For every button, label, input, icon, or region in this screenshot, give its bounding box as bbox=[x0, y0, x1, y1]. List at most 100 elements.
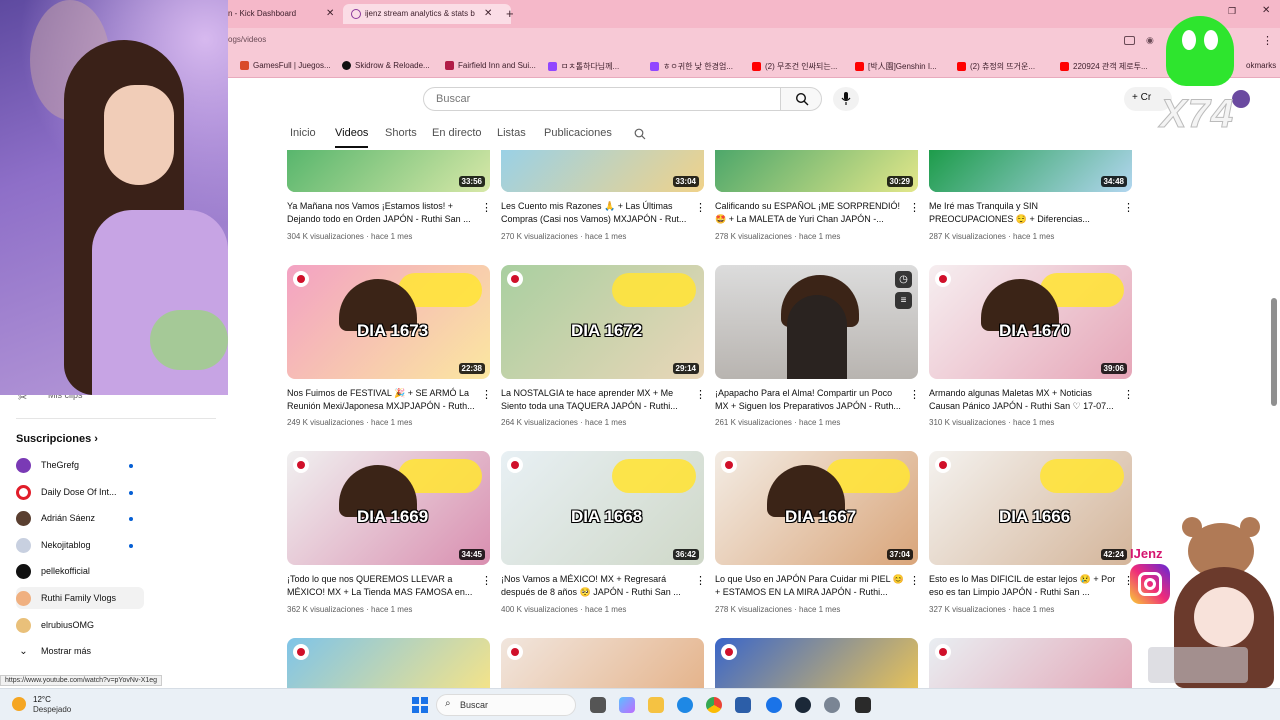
video-menu-icon[interactable]: ⋮ bbox=[481, 388, 492, 401]
url-text[interactable]: ogs/videos bbox=[228, 35, 266, 44]
video-thumbnail[interactable] bbox=[287, 638, 490, 688]
sidebar-show-more[interactable]: ⌄ Mostrar más bbox=[16, 640, 144, 662]
settings-icon[interactable] bbox=[824, 697, 840, 713]
tab-videos[interactable]: Videos bbox=[335, 127, 368, 139]
page-scrollbar-thumb[interactable] bbox=[1271, 298, 1277, 406]
sidebar-item-thegrefg[interactable]: TheGrefg bbox=[16, 454, 144, 476]
bookmark-item[interactable]: (2) 츄정의 뜨거운... bbox=[957, 61, 1035, 72]
video-thumbnail[interactable] bbox=[501, 638, 704, 688]
chrome-icon[interactable] bbox=[706, 697, 722, 713]
tab-publicaciones[interactable]: Publicaciones bbox=[544, 127, 612, 139]
video-menu-icon[interactable]: ⋮ bbox=[1123, 388, 1134, 401]
new-tab-icon[interactable]: + bbox=[506, 4, 514, 24]
all-bookmarks[interactable]: okmarks bbox=[1246, 61, 1276, 70]
video-menu-icon[interactable]: ⋮ bbox=[695, 574, 706, 587]
edge-icon[interactable] bbox=[677, 697, 693, 713]
sidebar-item-nekojitablog[interactable]: Nekojitablog bbox=[16, 534, 144, 556]
more-menu-icon[interactable]: ⋮ bbox=[1262, 34, 1273, 47]
video-thumbnail[interactable]: DIA 1668 36:42 bbox=[501, 451, 704, 565]
video-meta: 362 K visualizaciones · hace 1 mes bbox=[287, 605, 413, 614]
tab-en-directo[interactable]: En directo bbox=[432, 127, 482, 139]
video-title[interactable]: Calificando su ESPAÑOL ¡ME SORPRENDIÓ! 🤩… bbox=[715, 200, 907, 226]
taskbar-search[interactable]: ⌕ Buscar bbox=[436, 694, 576, 716]
video-thumbnail[interactable]: DIA 1673 22:38 bbox=[287, 265, 490, 379]
search-button[interactable] bbox=[780, 87, 822, 111]
close-icon[interactable]: ✕ bbox=[326, 4, 334, 24]
bookmark-item[interactable]: Fairfield Inn and Sui... bbox=[445, 61, 536, 70]
obs-icon[interactable] bbox=[855, 697, 871, 713]
video-thumbnail[interactable] bbox=[715, 638, 918, 688]
search-input[interactable]: Buscar bbox=[423, 87, 781, 111]
tab-listas[interactable]: Listas bbox=[497, 127, 526, 139]
tab-kick-dashboard[interactable]: n - Kick Dashboard bbox=[228, 4, 322, 24]
video-thumbnail[interactable]: 33:04 bbox=[501, 150, 704, 192]
close-icon[interactable]: ✕ bbox=[484, 4, 492, 24]
video-menu-icon[interactable]: ⋮ bbox=[909, 574, 920, 587]
video-menu-icon[interactable]: ⋮ bbox=[1123, 201, 1134, 214]
video-thumbnail[interactable]: DIA 1670 39:06 bbox=[929, 265, 1132, 379]
subscriptions-heading[interactable]: Suscripciones › bbox=[16, 433, 98, 445]
youtube-icon bbox=[855, 62, 864, 71]
avatar[interactable] bbox=[1232, 90, 1250, 108]
sidebar-item-pellekofficial[interactable]: pellekofficial bbox=[16, 560, 144, 582]
temperature[interactable]: 12°C bbox=[33, 695, 51, 704]
sidebar-item-daily-dose[interactable]: Daily Dose Of Int... bbox=[16, 481, 144, 503]
bookmark-item[interactable]: ㅎㅇ귀한 낮 한경엄... bbox=[650, 61, 733, 72]
file-explorer-icon[interactable] bbox=[648, 697, 664, 713]
add-to-queue-icon[interactable]: ≡ bbox=[895, 292, 912, 309]
video-title[interactable]: ¡Todo lo que nos QUEREMOS LLEVAR a MÉXIC… bbox=[287, 573, 479, 599]
video-menu-icon[interactable]: ⋮ bbox=[909, 388, 920, 401]
bookmark-item[interactable]: ㅁㅊ톨하다님께... bbox=[548, 61, 619, 72]
store-icon[interactable] bbox=[735, 697, 751, 713]
weather-status[interactable]: Despejado bbox=[33, 705, 71, 714]
close-window-icon[interactable]: ✕ bbox=[1262, 5, 1270, 16]
bookmark-item[interactable]: (2) 무조건 인싸되는... bbox=[752, 61, 837, 72]
tab-active[interactable]: ijenz stream analytics & stats b ✕ bbox=[343, 4, 511, 24]
steam-icon[interactable] bbox=[795, 697, 811, 713]
video-title[interactable]: ¡Apapacho Para el Alma! Compartir un Poc… bbox=[715, 387, 907, 413]
bookmark-item[interactable]: [박人園]Genshin I... bbox=[855, 61, 937, 72]
video-title[interactable]: Me Iré mas Tranquila y SIN PREOCUPACIONE… bbox=[929, 200, 1121, 226]
video-thumbnail[interactable]: 34:48 bbox=[929, 150, 1132, 192]
video-thumbnail[interactable] bbox=[929, 638, 1132, 688]
video-title[interactable]: Les Cuento mis Razones 🙏 + Las Últimas C… bbox=[501, 200, 693, 226]
video-title[interactable]: ¡Nos Vamos a MÉXICO! MX + Regresará desp… bbox=[501, 573, 693, 599]
windows-start-icon[interactable] bbox=[412, 697, 428, 713]
tab-inicio[interactable]: Inicio bbox=[290, 127, 316, 139]
video-title[interactable]: Nos Fuimos de FESTIVAL 🎉 + SE ARMÓ La Re… bbox=[287, 387, 479, 413]
video-thumbnail[interactable]: DIA 1666 42:24 bbox=[929, 451, 1132, 565]
video-thumbnail[interactable]: 33:56 bbox=[287, 150, 490, 192]
video-thumbnail[interactable]: ◷ ≡ bbox=[715, 265, 918, 379]
video-title[interactable]: Ya Mañana nos Vamos ¡Estamos listos! + D… bbox=[287, 200, 479, 226]
video-thumbnail[interactable]: DIA 1672 29:14 bbox=[501, 265, 704, 379]
channel-search-icon[interactable] bbox=[634, 128, 646, 140]
video-thumbnail[interactable]: DIA 1667 37:04 bbox=[715, 451, 918, 565]
task-view-icon[interactable] bbox=[590, 697, 606, 713]
cast-icon[interactable] bbox=[1124, 36, 1135, 45]
video-menu-icon[interactable]: ⋮ bbox=[481, 574, 492, 587]
video-title[interactable]: Esto es lo Mas DIFICIL de estar lejos 😢 … bbox=[929, 573, 1121, 599]
bookmark-item[interactable]: GamesFull | Juegos... bbox=[240, 61, 331, 70]
video-menu-icon[interactable]: ⋮ bbox=[909, 201, 920, 214]
video-title[interactable]: Lo que Uso en JAPÓN Para Cuidar mi PIEL … bbox=[715, 573, 907, 599]
weather-icon[interactable] bbox=[12, 697, 26, 711]
video-meta: 327 K visualizaciones · hace 1 mes bbox=[929, 605, 1055, 614]
sidebar-item-adrian-saenz[interactable]: Adrián Sáenz bbox=[16, 507, 144, 529]
browser-icon[interactable] bbox=[766, 697, 782, 713]
video-menu-icon[interactable]: ⋮ bbox=[695, 388, 706, 401]
video-thumbnail[interactable]: DIA 1669 34:45 bbox=[287, 451, 490, 565]
sidebar-item-ruthi-family-vlogs[interactable]: Ruthi Family Vlogs bbox=[16, 587, 144, 609]
video-title[interactable]: La NOSTALGIA te hace aprender MX + Me Si… bbox=[501, 387, 693, 413]
video-thumbnail[interactable]: 30:29 bbox=[715, 150, 918, 192]
video-menu-icon[interactable]: ⋮ bbox=[695, 201, 706, 214]
sidebar-item-elrubiusomg[interactable]: elrubiusOMG bbox=[16, 614, 144, 636]
voice-search-button[interactable] bbox=[833, 87, 859, 111]
copilot-icon[interactable] bbox=[619, 697, 635, 713]
watch-later-icon[interactable]: ◷ bbox=[895, 271, 912, 288]
bookmark-item[interactable]: 220924 관객 제로투... bbox=[1060, 61, 1148, 72]
video-title[interactable]: Armando algunas Maletas MX + Noticias Ca… bbox=[929, 387, 1121, 413]
video-menu-icon[interactable]: ⋮ bbox=[481, 201, 492, 214]
tab-shorts[interactable]: Shorts bbox=[385, 127, 417, 139]
hide-icon[interactable]: ◉ bbox=[1146, 35, 1154, 46]
bookmark-item[interactable]: Skidrow & Reloade... bbox=[342, 61, 430, 70]
